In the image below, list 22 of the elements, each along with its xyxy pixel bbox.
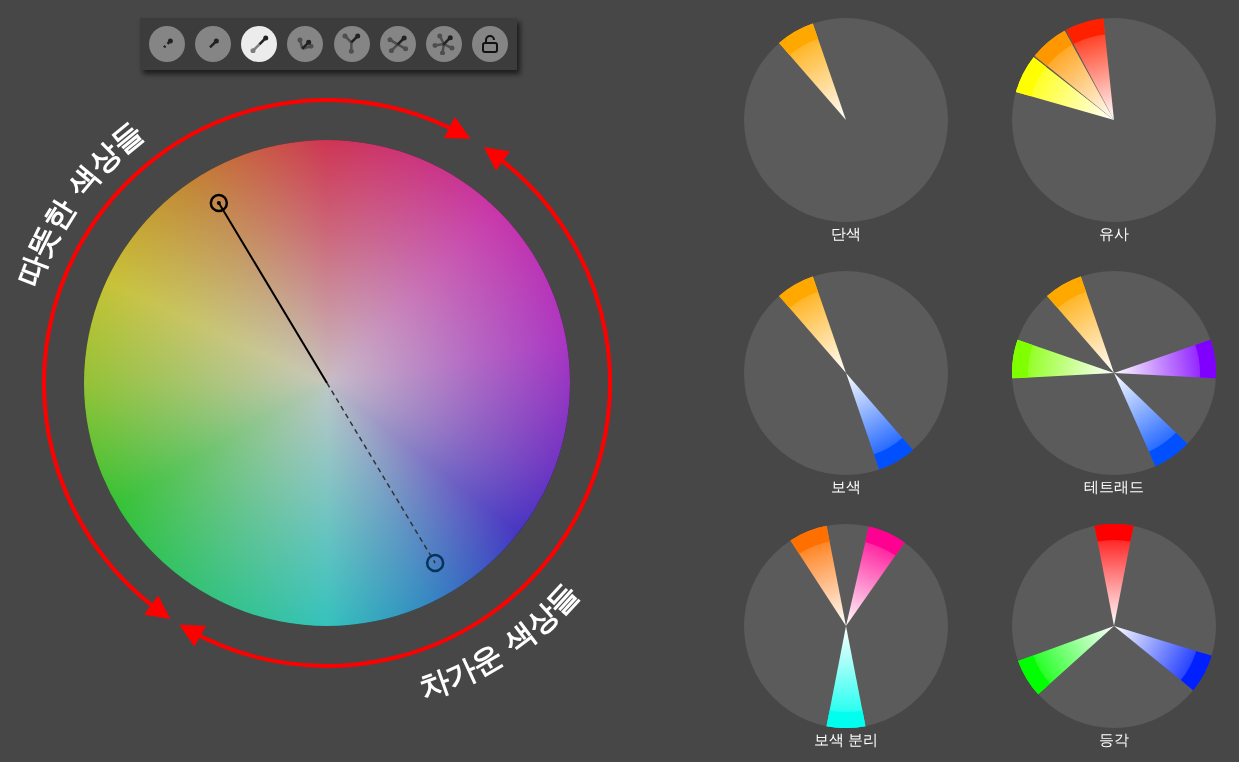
- primary-handle[interactable]: [209, 193, 229, 213]
- harmony-spokes-icon: [386, 34, 409, 54]
- harmony-label: 보색 분리: [813, 730, 879, 750]
- harmony-label: 테트래드: [1084, 477, 1144, 497]
- harmony-label: 단색: [831, 224, 861, 244]
- harmony-label: 등각: [1099, 730, 1129, 750]
- harmony-mode-button[interactable]: [379, 26, 416, 62]
- harmony-mode-button[interactable]: [287, 26, 324, 62]
- harmony-spokes-icon: [249, 34, 269, 54]
- harmony-mode-button[interactable]: [471, 26, 508, 62]
- harmony-mode-button[interactable]: [333, 26, 370, 62]
- harmony-label: 유사: [1099, 224, 1129, 244]
- harmony-label: 보색: [831, 477, 861, 497]
- harmony-spokes-icon: [432, 32, 456, 56]
- padlock-icon: [479, 34, 500, 54]
- harmony-spokes-icon: [160, 37, 174, 51]
- harmony-mode-button[interactable]: [241, 26, 278, 62]
- harmony-mode-button[interactable]: [425, 26, 462, 62]
- harmony-spokes-icon: [296, 36, 314, 52]
- secondary-handle[interactable]: [425, 553, 445, 573]
- harmony-spokes-icon: [207, 37, 220, 51]
- harmony-spokes-icon: [342, 33, 361, 55]
